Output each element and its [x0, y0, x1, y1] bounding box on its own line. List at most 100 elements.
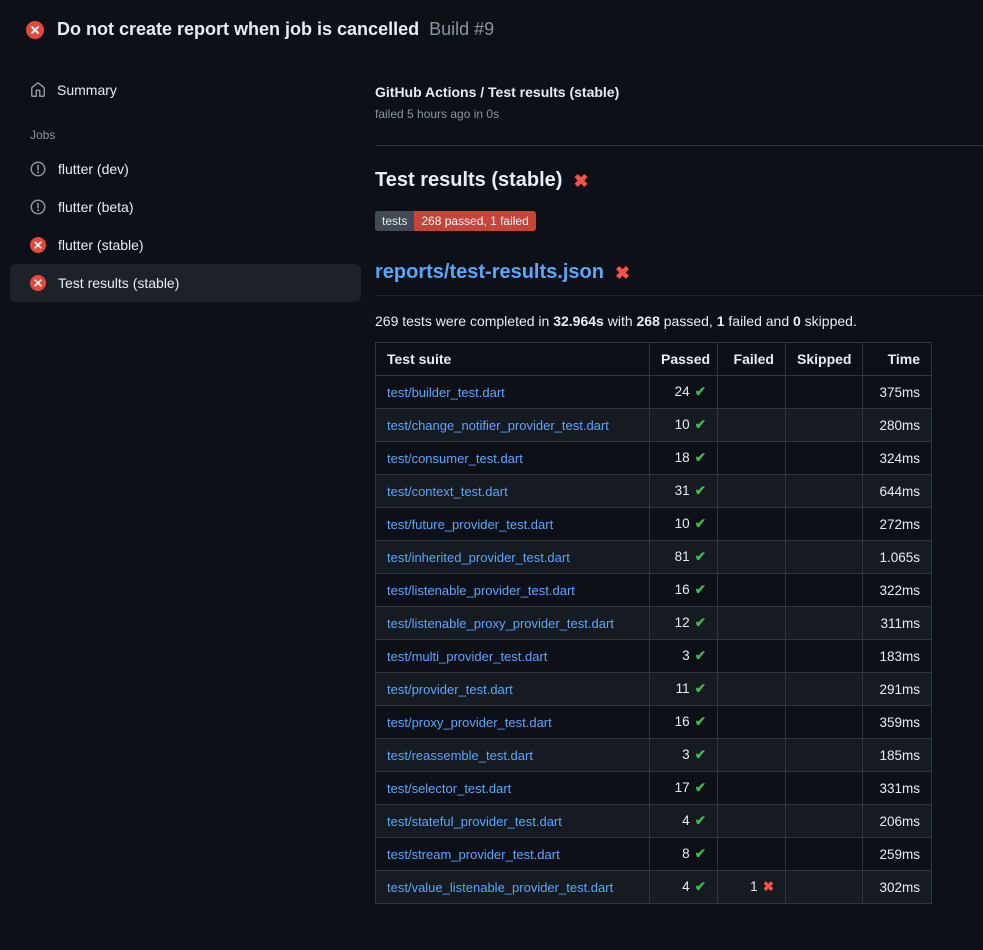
skipped-cell — [786, 475, 863, 508]
column-header: Test suite — [376, 343, 650, 376]
table-row: test/builder_test.dart24✔375ms — [376, 376, 932, 409]
skipped-cell — [786, 640, 863, 673]
table-row: test/multi_provider_test.dart 3✔ 183ms — [376, 640, 932, 673]
time-cell: 324ms — [863, 442, 932, 475]
passed-count: 8 — [682, 846, 690, 861]
suite-link[interactable]: test/consumer_test.dart — [387, 451, 523, 466]
suite-link[interactable]: test/listenable_proxy_provider_test.dart — [387, 616, 614, 631]
column-header: Time — [863, 343, 932, 376]
passed-cell: 31✔ — [650, 475, 718, 508]
job-label: flutter (dev) — [58, 161, 129, 177]
summary-text: passed, — [660, 313, 717, 329]
suite-link[interactable]: test/value_listenable_provider_test.dart — [387, 880, 613, 895]
passed-cell: 17 ✔ — [650, 772, 718, 805]
time-cell: 302ms — [863, 871, 932, 904]
time-cell: 331ms — [863, 772, 932, 805]
suite-link[interactable]: test/stream_provider_test.dart — [387, 847, 560, 862]
passed-cell: 4✔ — [650, 805, 718, 838]
skipped-cell — [786, 772, 863, 805]
passed-count: 18 — [675, 450, 690, 465]
table-row: test/future_provider_test.dart10✔272ms — [376, 508, 932, 541]
passed-cell: 3✔ — [650, 640, 718, 673]
table-row: test/proxy_provider_test.dart16✔359ms — [376, 706, 932, 739]
suite-link[interactable]: test/listenable_provider_test.dart — [387, 583, 575, 598]
suite-link[interactable]: test/stateful_provider_test.dart — [387, 814, 562, 829]
job-label: flutter (beta) — [58, 199, 133, 215]
suite-link[interactable]: test/builder_test.dart — [387, 385, 505, 400]
report-file-link[interactable]: reports/test-results.json — [375, 261, 604, 284]
passed-cell: 10✔ — [650, 409, 718, 442]
check-icon: ✔ — [695, 681, 706, 696]
time-cell: 311ms — [863, 607, 932, 640]
skipped-cell — [786, 376, 863, 409]
section-title-text: Test results (stable) — [375, 169, 562, 192]
report-file-heading: reports/test-results.json ✖ — [375, 261, 983, 296]
check-icon: ✔ — [695, 879, 706, 894]
summary-passed: 268 — [637, 313, 660, 329]
check-icon: ✔ — [695, 450, 706, 465]
passed-cell: 81✔ — [650, 541, 718, 574]
passed-count: 81 — [675, 549, 690, 564]
suite-link[interactable]: test/selector_test.dart — [387, 781, 511, 796]
failed-status-icon — [26, 21, 44, 39]
jobs-list: flutter (dev) flutter (beta) flutter (stab… — [10, 150, 361, 302]
suite-cell: test/provider_test.dart — [376, 673, 650, 706]
check-icon: ✔ — [695, 780, 706, 795]
failed-cell — [718, 574, 786, 607]
sidebar-job-test-results-stable[interactable]: Test results (stable) — [10, 264, 361, 302]
suite-link[interactable]: test/inherited_provider_test.dart — [387, 550, 570, 565]
table-row: test/listenable_proxy_provider_test.dart… — [376, 607, 932, 640]
suite-link[interactable]: test/proxy_provider_test.dart — [387, 715, 552, 730]
sidebar-item-summary[interactable]: Summary — [10, 72, 361, 108]
failed-cell — [718, 475, 786, 508]
suite-link[interactable]: test/provider_test.dart — [387, 682, 513, 697]
suite-cell: test/value_listenable_provider_test.dart — [376, 871, 650, 904]
passed-count: 10 — [675, 516, 690, 531]
passed-cell: 11✔ — [650, 673, 718, 706]
suite-cell: test/context_test.dart — [376, 475, 650, 508]
table-row: test/provider_test.dart11✔291ms — [376, 673, 932, 706]
suite-link[interactable]: test/future_provider_test.dart — [387, 517, 553, 532]
failed-cell — [718, 508, 786, 541]
suite-link[interactable]: test/multi_provider_test.dart — [387, 649, 547, 664]
sidebar: Summary Jobs flutter (dev)flutter (beta)… — [0, 54, 375, 302]
divider — [375, 145, 983, 146]
suite-cell: test/stream_provider_test.dart — [376, 838, 650, 871]
suite-link[interactable]: test/context_test.dart — [387, 484, 508, 499]
badge-value: 268 passed, 1 failed — [414, 211, 535, 231]
suite-link[interactable]: test/change_notifier_provider_test.dart — [387, 418, 609, 433]
passed-cell: 3✔ — [650, 739, 718, 772]
suite-cell: test/multi_provider_test.dart — [376, 640, 650, 673]
column-header: Passed — [650, 343, 718, 376]
tests-badge: tests 268 passed, 1 failed — [375, 211, 536, 231]
time-cell: 280ms — [863, 409, 932, 442]
sidebar-job-flutter-beta[interactable]: flutter (beta) — [10, 188, 361, 226]
table-row: test/consumer_test.dart 18 ✔ 324ms — [376, 442, 932, 475]
build-number: Build #9 — [429, 19, 494, 40]
sidebar-job-flutter-dev[interactable]: flutter (dev) — [10, 150, 361, 188]
summary-duration: 32.964s — [553, 313, 604, 329]
passed-count: 16 — [675, 714, 690, 729]
page-header: Do not create report when job is cancell… — [0, 0, 983, 54]
x-icon: ✖ — [615, 264, 630, 282]
table-row: test/inherited_provider_test.dart 81✔ 1.06… — [376, 541, 932, 574]
time-cell: 644ms — [863, 475, 932, 508]
sidebar-job-flutter-stable[interactable]: flutter (stable) — [10, 226, 361, 264]
failed-cell — [718, 673, 786, 706]
time-cell: 183ms — [863, 640, 932, 673]
skipped-cell — [786, 739, 863, 772]
suite-link[interactable]: test/reassemble_test.dart — [387, 748, 533, 763]
table-row: test/stream_provider_test.dart8✔259ms — [376, 838, 932, 871]
check-icon: ✔ — [695, 483, 706, 498]
check-icon: ✔ — [695, 582, 706, 597]
time-cell: 1.065s — [863, 541, 932, 574]
passed-count: 17 — [675, 780, 690, 795]
passed-cell: 16✔ — [650, 574, 718, 607]
failed-cell — [718, 706, 786, 739]
time-cell: 322ms — [863, 574, 932, 607]
skipped-cell — [786, 508, 863, 541]
suite-cell: test/listenable_proxy_provider_test.dart — [376, 607, 650, 640]
suite-cell: test/inherited_provider_test.dart — [376, 541, 650, 574]
results-table: Test suitePassedFailedSkippedTime test/b… — [375, 342, 932, 904]
x-circle-icon — [30, 237, 46, 253]
